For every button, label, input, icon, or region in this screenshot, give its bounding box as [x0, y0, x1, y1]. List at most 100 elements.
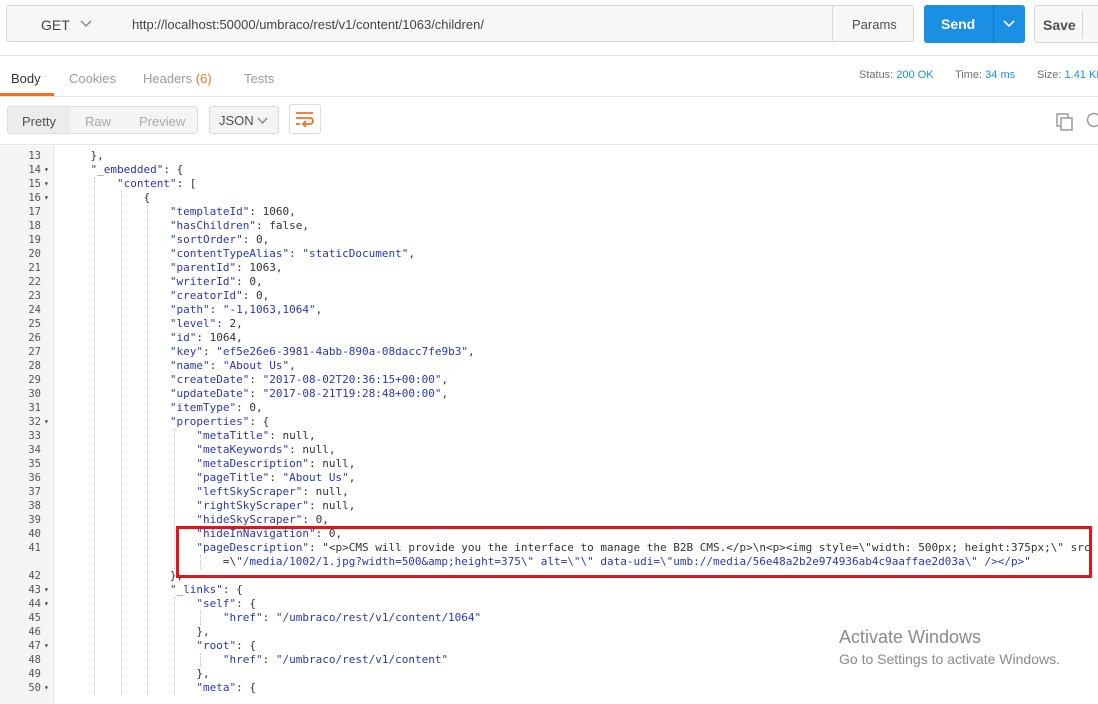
view-pretty[interactable]: Pretty	[22, 114, 56, 129]
line-number: 21	[28, 262, 41, 274]
punctuation-token: ,	[348, 471, 356, 484]
method-select[interactable]: GET	[6, 5, 123, 42]
punctuation-token: :	[262, 653, 276, 666]
fold-toggle-icon[interactable]: ▾	[44, 177, 49, 191]
url-input[interactable]: http://localhost:50000/umbraco/rest/v1/c…	[122, 5, 833, 42]
save-button[interactable]: Save	[1034, 5, 1098, 43]
wrap-lines-button[interactable]	[289, 104, 321, 134]
code-text: "contentTypeAlias": "staticDocument",	[170, 247, 415, 261]
string-token: "templateId"	[169, 205, 250, 218]
fold-toggle-icon[interactable]: ▾	[44, 583, 49, 597]
send-dropdown-chevron-icon[interactable]	[1002, 16, 1016, 30]
copy-icon[interactable]	[1056, 113, 1074, 131]
string-token: "href"	[222, 611, 263, 624]
punctuation-token: {	[143, 191, 151, 204]
line-number: 33	[28, 430, 41, 442]
code-line: 29 "createDate": "2017-08-02T20:36:15+00:…	[0, 373, 1098, 387]
code-line: 28 "name": "About Us",	[0, 359, 1098, 373]
code-text: "parentId": 1063,	[170, 261, 283, 275]
code-line: 43 ▾ "_links": {	[0, 583, 1098, 597]
code-text: "path": "-1,1063,1064",	[170, 303, 322, 317]
line-number: 49	[28, 668, 41, 680]
line-number: 22	[28, 276, 41, 288]
string-token: "href"	[222, 653, 263, 666]
punctuation-token: ,	[408, 247, 415, 260]
fold-toggle-icon[interactable]: ▾	[44, 163, 49, 177]
view-mode-selector: Pretty Raw Preview	[7, 106, 198, 134]
code-text: },	[196, 625, 209, 639]
fold-toggle-icon[interactable]: ▾	[44, 681, 49, 695]
tab-body[interactable]: Body	[11, 71, 41, 86]
string-token: "level"	[169, 317, 217, 330]
string-token: "_links"	[169, 583, 223, 596]
line-number: 29	[28, 374, 41, 386]
string-token: "createDate"	[169, 373, 250, 386]
line-number: 20	[28, 248, 41, 260]
line-number: 39	[28, 514, 41, 526]
tab-headers[interactable]: Headers (6)	[143, 71, 212, 86]
punctuation-token: : 1064,	[196, 331, 243, 344]
code-text: "href": "/umbraco/rest/v1/content/1064"	[223, 611, 481, 625]
view-raw[interactable]: Raw	[85, 114, 111, 129]
tab-headers-label: Headers	[143, 71, 193, 86]
string-token: "itemType"	[169, 401, 237, 414]
tab-cookies[interactable]: Cookies	[69, 71, 116, 86]
string-token: "metaDescription"	[196, 457, 309, 470]
code-text: "leftSkyScraper": null,	[196, 485, 348, 499]
wrap-lines-icon	[296, 112, 314, 127]
string-token: "About Us"	[222, 359, 290, 372]
line-number: 40	[28, 528, 41, 540]
code-line: 36 "pageTitle": "About Us",	[0, 471, 1098, 485]
code-text: "itemType": 0,	[170, 401, 263, 415]
line-number: 24	[28, 304, 41, 316]
string-token: "root"	[196, 639, 237, 652]
line-number: 47	[28, 640, 41, 652]
search-icon[interactable]	[1085, 112, 1098, 130]
fold-toggle-icon[interactable]: ▾	[44, 639, 49, 653]
code-line: 20 "contentTypeAlias": "staticDocument",	[0, 247, 1098, 261]
format-label: JSON	[219, 113, 254, 128]
code-line: 21 "parentId": 1063,	[0, 261, 1098, 275]
code-line: 44 ▾ "self": {	[0, 597, 1098, 611]
fold-toggle-icon[interactable]: ▾	[44, 191, 49, 205]
string-token: "_embedded"	[90, 163, 164, 176]
punctuation-token: : 0,	[302, 513, 329, 526]
punctuation-token: ,	[441, 387, 449, 400]
send-label: Send	[941, 16, 976, 32]
code-text: "metaKeywords": null,	[196, 443, 335, 457]
line-number: 38	[28, 500, 41, 512]
punctuation-token: :	[262, 611, 276, 624]
time-readout: Time: 34 ms	[955, 69, 1015, 81]
send-button[interactable]: Send	[924, 5, 1025, 43]
watermark-subtitle: Go to Settings to activate Windows.	[839, 651, 1060, 667]
code-text: "hideSkyScraper": 0,	[196, 513, 328, 527]
code-text: "creatorId": 0,	[170, 289, 269, 303]
view-preview[interactable]: Preview	[139, 114, 185, 129]
string-token: "staticDocument"	[302, 247, 409, 260]
save-label: Save	[1043, 17, 1076, 33]
line-number: 44	[28, 598, 41, 610]
fold-toggle-icon[interactable]: ▾	[44, 597, 49, 611]
view-toolbar: Pretty Raw Preview JSON	[0, 97, 1098, 145]
tab-tests[interactable]: Tests	[244, 71, 274, 86]
punctuation-token: : 1060,	[249, 205, 296, 218]
send-divider	[993, 5, 994, 43]
params-button[interactable]: Params	[832, 5, 914, 42]
string-token: "hasChildren"	[169, 219, 256, 232]
string-token: "2017-08-02T20:36:15+00:00"	[262, 373, 442, 386]
code-line: 17 "templateId": 1060,	[0, 205, 1098, 219]
fold-toggle-icon[interactable]: ▾	[44, 415, 49, 429]
format-select[interactable]: JSON	[209, 106, 279, 134]
punctuation-token: : 0,	[236, 401, 263, 414]
response-body-editor[interactable]: 13}, 14 ▾ "_embedded": {15 ▾ "content": [16 ▾{…	[0, 146, 1098, 704]
punctuation-token: : null,	[269, 429, 316, 442]
string-token: "creatorId"	[169, 289, 243, 302]
line-number: 16	[28, 192, 41, 204]
time-label: Time:	[955, 69, 983, 81]
punctuation-token: : {	[236, 639, 257, 652]
code-line: 18 "hasChildren": false,	[0, 219, 1098, 233]
code-text: "meta": {	[196, 681, 256, 695]
code-text: "properties": {	[170, 415, 269, 429]
string-token: "leftSkyScraper"	[196, 485, 303, 498]
size-label: Size:	[1037, 69, 1062, 81]
